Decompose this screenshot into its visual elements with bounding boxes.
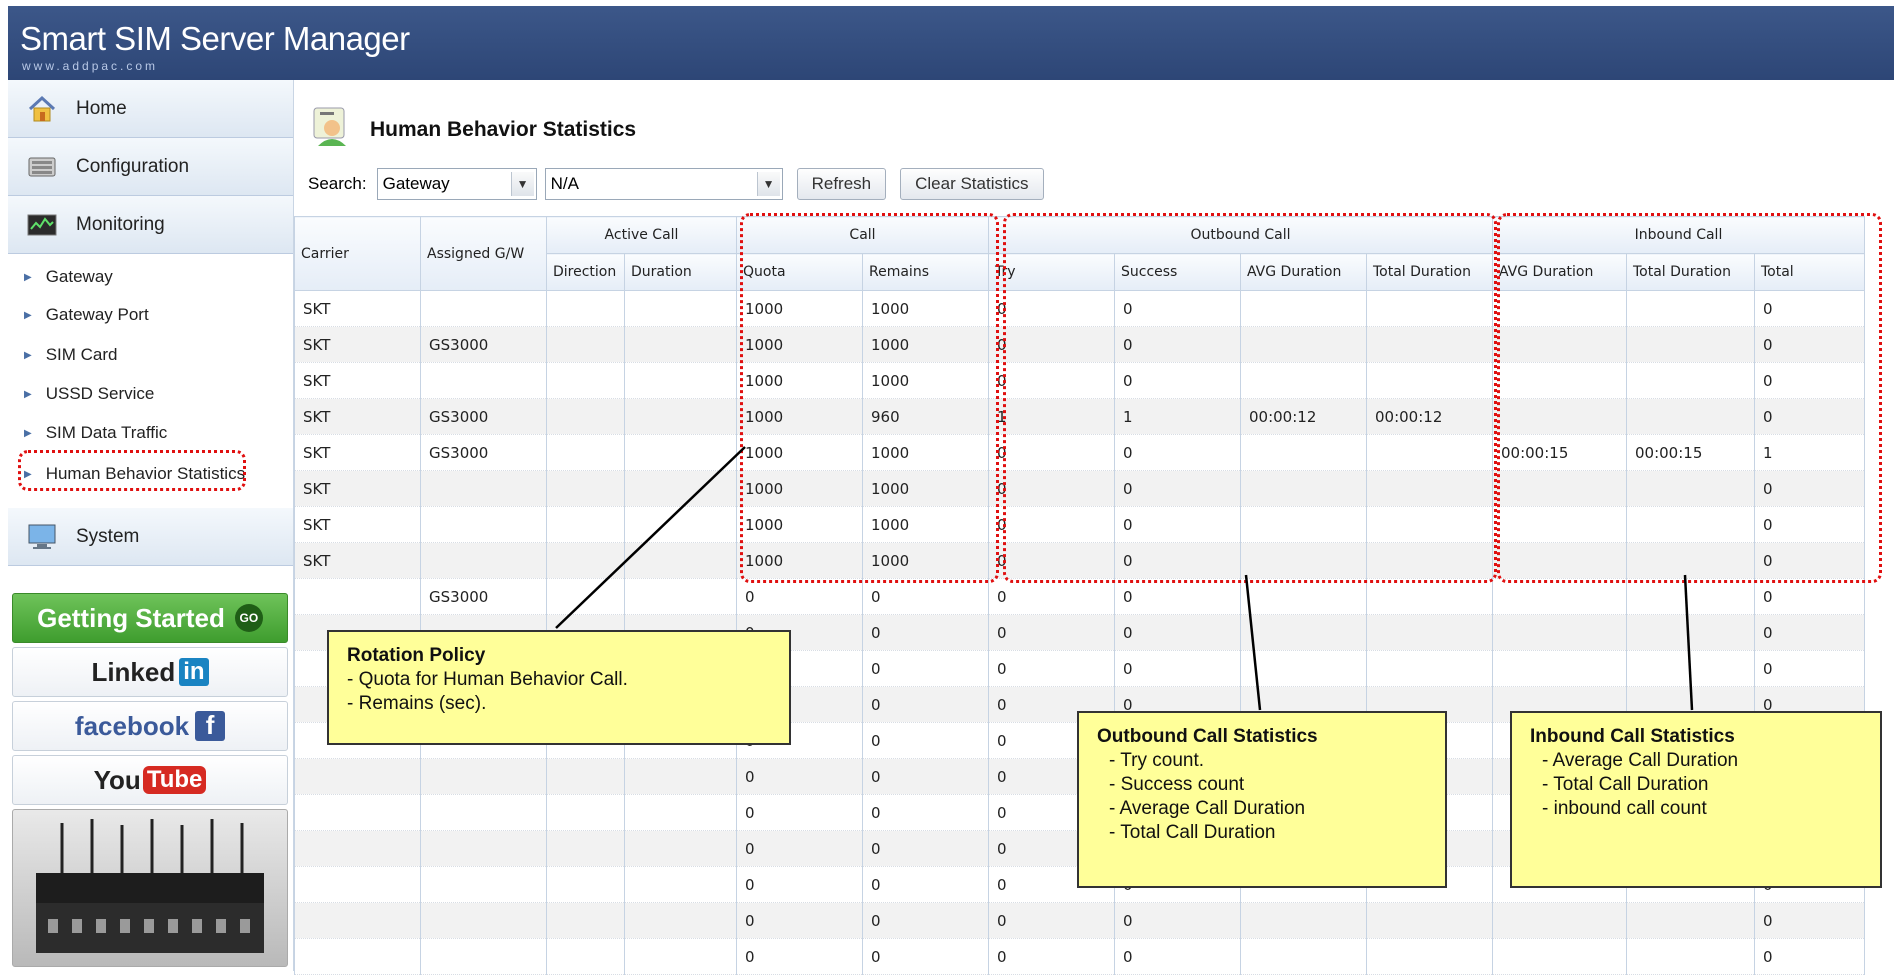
callout-line: - Success count <box>1109 774 1245 795</box>
callout-line: - Total Call Duration <box>1542 774 1709 795</box>
callout-outbound-statistics: Outbound Call Statistics - Try count. - … <box>1077 711 1447 888</box>
callout-inbound-statistics: Inbound Call Statistics - Average Call D… <box>1510 711 1882 888</box>
callout-line: - Quota for Human Behavior Call. <box>347 669 628 690</box>
callout-rotation-policy: Rotation Policy - Quota for Human Behavi… <box>327 630 791 745</box>
callout-line: - Total Call Duration <box>1109 822 1276 843</box>
callout-line: - Try count. <box>1109 750 1205 771</box>
callout-line: - Remains (sec). <box>347 693 487 714</box>
rotation-connector <box>555 446 746 629</box>
callout-title: Rotation Policy <box>347 645 486 666</box>
inbound-connector <box>1683 574 1694 711</box>
callout-line: - Average Call Duration <box>1109 798 1306 819</box>
callout-line: - inbound call count <box>1542 798 1707 819</box>
callout-title: Outbound Call Statistics <box>1097 726 1318 747</box>
callout-title: Inbound Call Statistics <box>1530 726 1735 747</box>
callout-line: - Average Call Duration <box>1542 750 1739 771</box>
outbound-connector <box>1244 574 1262 711</box>
